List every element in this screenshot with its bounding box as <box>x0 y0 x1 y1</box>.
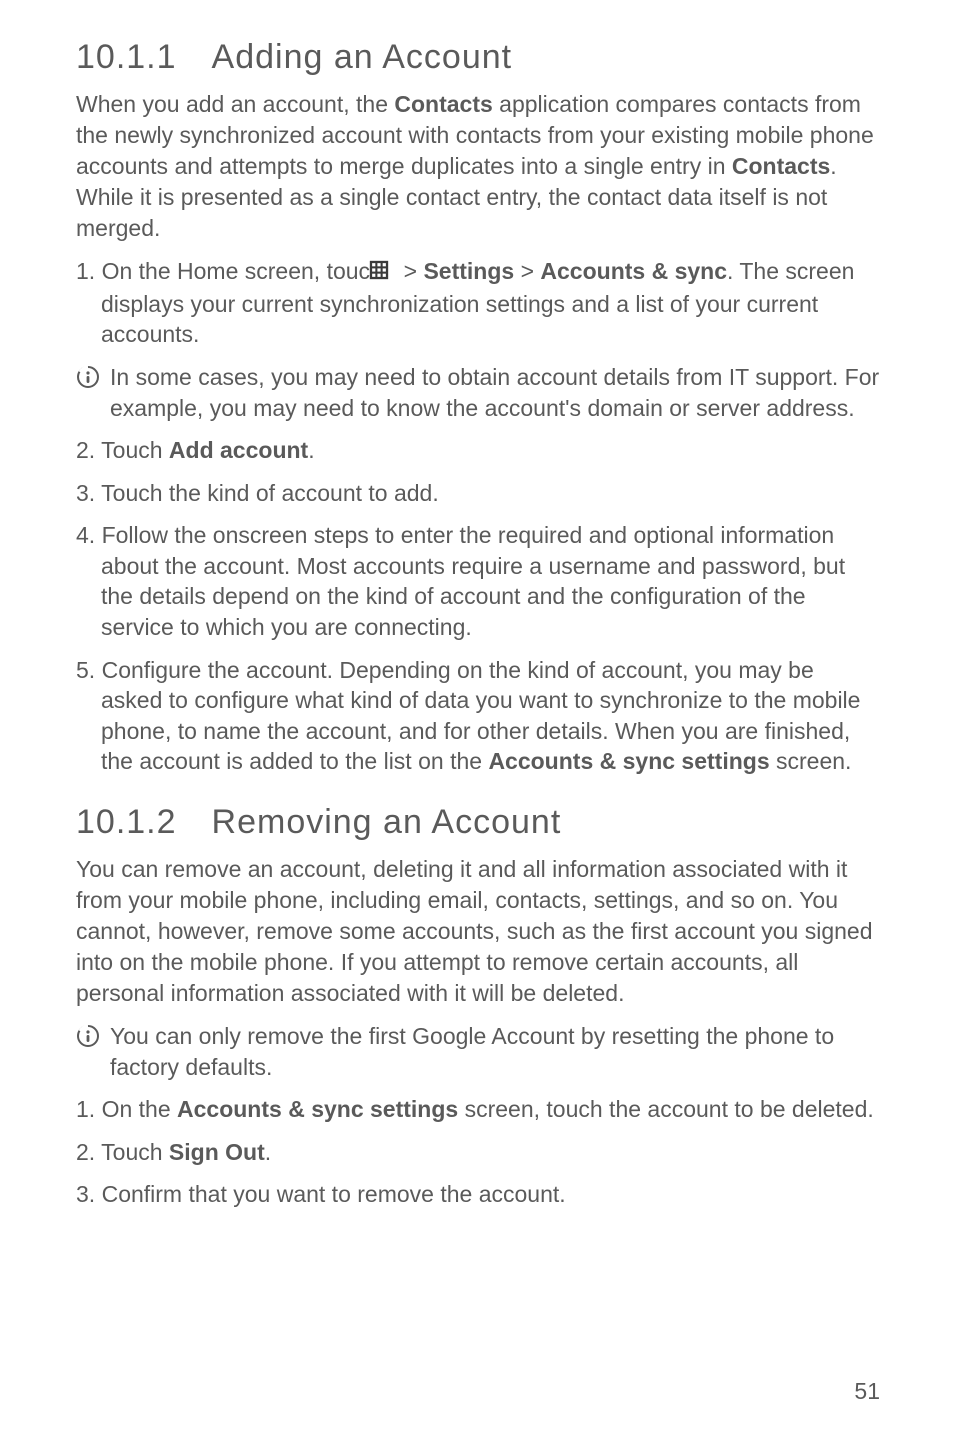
step-number: 3. <box>76 480 101 506</box>
bold-accounts-sync-settings: Accounts & sync settings <box>488 748 769 774</box>
text: screen. <box>770 748 852 774</box>
intro-paragraph-2: You can remove an account, deleting it a… <box>76 854 880 1009</box>
note-google-account: You can only remove the first Google Acc… <box>76 1021 880 1082</box>
step-2: 2. Touch Add account. <box>76 435 880 466</box>
step-number: 1. <box>76 258 102 284</box>
text: Follow the onscreen steps to enter the r… <box>101 522 845 640</box>
step-3: 3. Touch the kind of account to add. <box>76 478 880 509</box>
page: 10.1.1 Adding an Account When you add an… <box>0 0 954 1429</box>
step-1: 1. On the Accounts & sync settings scree… <box>76 1094 880 1125</box>
bold-accounts-sync-settings-2: Accounts & sync settings <box>177 1096 458 1122</box>
bold-contacts-1: Contacts <box>394 91 492 117</box>
intro-paragraph-1: When you add an account, the Contacts ap… <box>76 89 880 244</box>
step-number: 3. <box>76 1181 102 1207</box>
info-icon <box>76 365 100 389</box>
text: Touch <box>101 437 169 463</box>
text: screen, touch the account to be deleted. <box>458 1096 874 1122</box>
heading-adding-account: 10.1.1 Adding an Account <box>76 38 880 77</box>
note-text: In some cases, you may need to obtain ac… <box>110 362 880 423</box>
text: . <box>308 437 314 463</box>
text: On the <box>102 1096 177 1122</box>
text: Confirm that you want to remove the acco… <box>102 1181 566 1207</box>
info-icon <box>76 1024 100 1048</box>
step-3: 3. Confirm that you want to remove the a… <box>76 1179 880 1210</box>
note-text: You can only remove the first Google Acc… <box>110 1021 880 1082</box>
step-2: 2. Touch Sign Out. <box>76 1137 880 1168</box>
text: Touch <box>101 1139 169 1165</box>
text: When you add an account, the <box>76 91 394 117</box>
heading-removing-account: 10.1.2 Removing an Account <box>76 803 880 842</box>
steps-list-1: 1. On the Home screen, touch > Settings … <box>76 256 880 350</box>
text: On the Home screen, touch <box>102 258 390 284</box>
step-4: 4. Follow the onscreen steps to enter th… <box>76 520 880 642</box>
step-number: 2. <box>76 1139 101 1165</box>
text: . <box>265 1139 271 1165</box>
step-number: 1. <box>76 1096 102 1122</box>
bold-add-account: Add account <box>169 437 308 463</box>
step-5: 5. Configure the account. Depending on t… <box>76 655 880 777</box>
text: > <box>397 258 423 284</box>
steps-list-2: 1. On the Accounts & sync settings scree… <box>76 1094 880 1210</box>
steps-list-1b: 2. Touch Add account. 3. Touch the kind … <box>76 435 880 777</box>
step-1: 1. On the Home screen, touch > Settings … <box>76 256 880 350</box>
text: > <box>514 258 540 284</box>
step-number: 5. <box>76 657 102 683</box>
page-number: 51 <box>854 1378 880 1405</box>
step-number: 4. <box>76 522 102 548</box>
text: Touch the kind of account to add. <box>101 480 439 506</box>
note-it-support: In some cases, you may need to obtain ac… <box>76 362 880 423</box>
bold-accounts-sync: Accounts & sync <box>540 258 727 284</box>
bold-settings: Settings <box>423 258 514 284</box>
step-number: 2. <box>76 437 101 463</box>
bold-sign-out: Sign Out <box>169 1139 265 1165</box>
bold-contacts-2: Contacts <box>732 153 830 179</box>
